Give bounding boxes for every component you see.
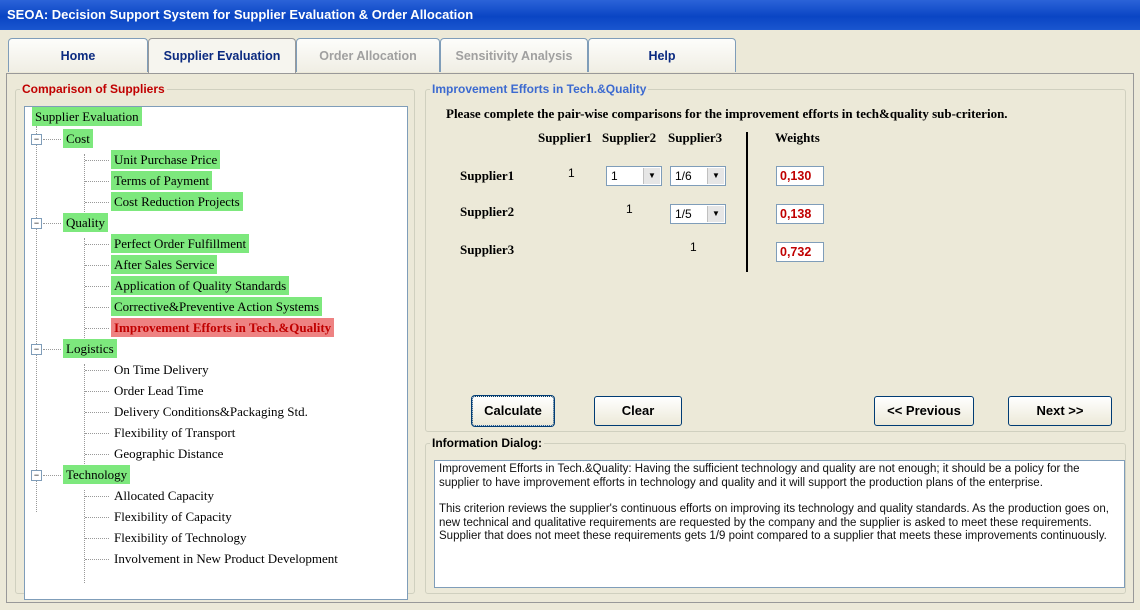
tab-supplier-evaluation[interactable]: Supplier Evaluation [148,38,296,74]
comparison-of-suppliers-group: Comparison of Suppliers Supplier Evaluat… [15,82,415,600]
tree-item[interactable]: Unit Purchase Price [111,150,221,169]
weight-supplier2: 0,138 [776,204,824,224]
tree-item[interactable]: Cost Reduction Projects [111,192,243,211]
col-header-supplier1: Supplier1 [538,130,593,145]
tree-line [85,496,109,497]
tree-line [85,370,109,371]
weight-supplier1: 0,130 [776,166,824,186]
tree-line [85,202,109,203]
tree-category-logistics[interactable]: Logistics [63,339,117,358]
diag-value: 1 [568,166,575,180]
compare-select-s2-s3[interactable]: 1/5 ▼ [670,204,726,224]
tree-item[interactable]: Involvement in New Product Development [111,549,341,568]
tree-line [84,490,85,583]
tree-line [85,538,109,539]
tree-line [85,265,109,266]
col-header-supplier3: Supplier3 [668,130,723,145]
tab-home[interactable]: Home [8,38,148,72]
tree-item[interactable]: Flexibility of Transport [111,423,238,442]
tree-item[interactable]: Order Lead Time [111,381,207,400]
divider [746,132,748,272]
comparison-panel-title: Improvement Efforts in Tech.&Quality [432,82,647,96]
tree-line [84,238,85,352]
instruction-text: Please complete the pair-wise comparison… [446,106,1008,121]
tree-line [85,160,109,161]
select-value: 1/5 [675,207,692,221]
tree-root[interactable]: Supplier Evaluation [32,107,142,126]
weights-header: Weights [775,130,820,145]
tree-line [43,475,61,476]
collapse-icon[interactable]: − [31,470,42,481]
collapse-icon[interactable]: − [31,134,42,145]
tree-item[interactable]: Allocated Capacity [111,486,217,505]
tree-category-quality[interactable]: Quality [63,213,108,232]
tree-line [43,349,61,350]
tree-line [85,286,109,287]
tab-order-allocation[interactable]: Order Allocation [296,38,440,72]
select-value: 1 [611,169,618,183]
compare-select-s1-s2[interactable]: 1 ▼ [606,166,662,186]
row-label-supplier1: Supplier1 [460,168,515,183]
tree-item[interactable]: Geographic Distance [111,444,226,463]
row-label-supplier3: Supplier3 [460,242,515,257]
diag-value: 1 [690,240,697,254]
tree-line [43,139,61,140]
information-dialog-title: Information Dialog: [432,436,542,450]
next-button[interactable]: Next >> [1008,396,1112,426]
tree-line [85,307,109,308]
tree-item[interactable]: Perfect Order Fulfillment [111,234,250,253]
tree-item[interactable]: On Time Delivery [111,360,212,379]
tree-line [85,454,109,455]
pairwise-comparison-group: Improvement Efforts in Tech.&Quality Ple… [425,82,1126,432]
chevron-down-icon[interactable]: ▼ [707,168,724,184]
information-text[interactable]: Improvement Efforts in Tech.&Quality: Ha… [434,460,1125,588]
select-value: 1/6 [675,169,692,183]
tree-line [85,517,109,518]
tree-line [85,391,109,392]
collapse-icon[interactable]: − [31,218,42,229]
tab-sensitivity-analysis[interactable]: Sensitivity Analysis [440,38,588,72]
tree-line [36,126,37,512]
collapse-icon[interactable]: − [31,344,42,355]
tab-help[interactable]: Help [588,38,736,72]
row-label-supplier2: Supplier2 [460,204,515,219]
calculate-button[interactable]: Calculate [472,396,554,426]
tree-item[interactable]: Flexibility of Capacity [111,507,235,526]
compare-select-s1-s3[interactable]: 1/6 ▼ [670,166,726,186]
information-dialog-group: Information Dialog: Improvement Efforts … [425,436,1126,594]
main-panel: Comparison of Suppliers Supplier Evaluat… [6,73,1134,603]
previous-button[interactable]: << Previous [874,396,974,426]
tree-line [85,244,109,245]
comparison-group-title: Comparison of Suppliers [22,82,165,96]
window-title: SEOA: Decision Support System for Suppli… [0,0,1140,30]
tree-item[interactable]: Terms of Payment [111,171,213,190]
tree-item[interactable]: Application of Quality Standards [111,276,290,295]
tree-line [84,364,85,478]
tree-line [85,181,109,182]
tree-category-cost[interactable]: Cost [63,129,93,148]
tree-category-technology[interactable]: Technology [63,465,131,484]
tree-item[interactable]: Corrective&Preventive Action Systems [111,297,323,316]
criteria-tree[interactable]: Supplier Evaluation − Cost Unit Purchase… [24,106,408,600]
tree-item[interactable]: Delivery Conditions&Packaging Std. [111,402,311,421]
tree-line [85,328,109,329]
tree-item[interactable]: After Sales Service [111,255,218,274]
tree-item-selected[interactable]: Improvement Efforts in Tech.&Quality [111,318,335,337]
tree-line [85,559,109,560]
tree-line [43,223,61,224]
clear-button[interactable]: Clear [594,396,682,426]
tab-bar: Home Supplier Evaluation Order Allocatio… [8,38,1132,74]
chevron-down-icon[interactable]: ▼ [707,206,724,222]
tree-line [85,412,109,413]
info-paragraph: This criterion reviews the supplier's co… [439,503,1109,542]
info-paragraph: Improvement Efforts in Tech.&Quality: Ha… [439,463,1080,489]
diag-value: 1 [626,202,633,216]
chevron-down-icon[interactable]: ▼ [643,168,660,184]
weight-supplier3: 0,732 [776,242,824,262]
tree-item[interactable]: Flexibility of Technology [111,528,249,547]
tree-line [85,433,109,434]
col-header-supplier2: Supplier2 [602,130,657,145]
